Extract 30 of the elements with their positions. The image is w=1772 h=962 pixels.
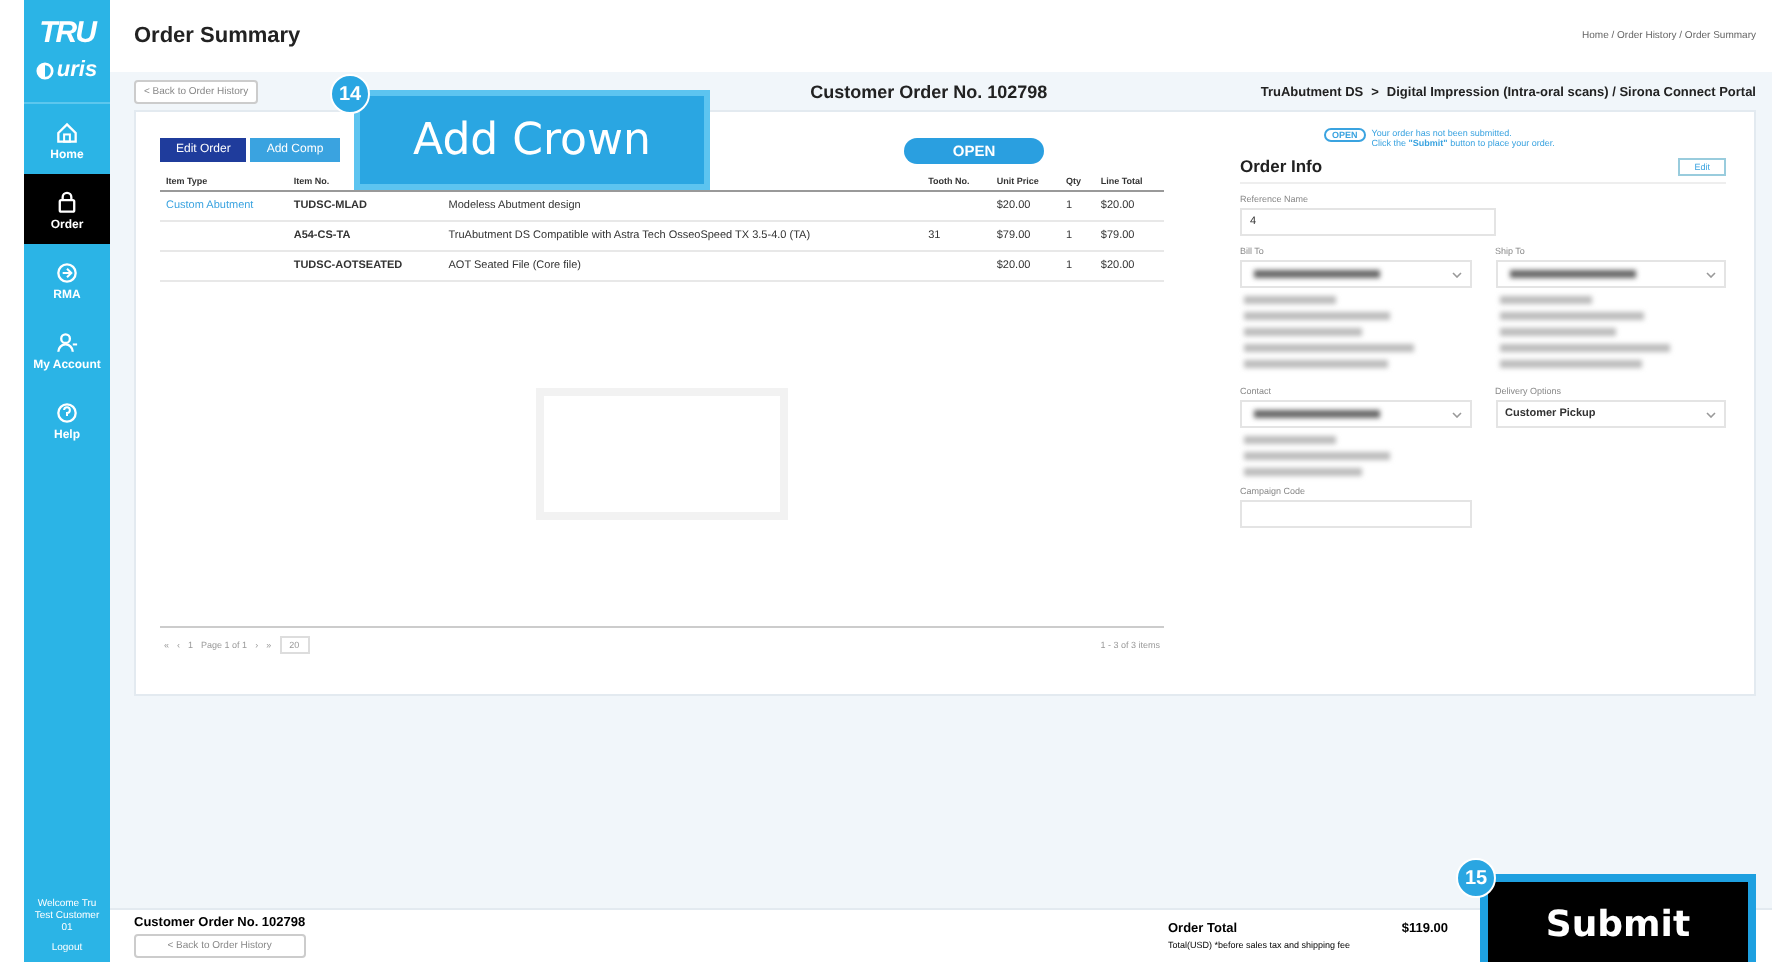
blurred-text bbox=[1499, 360, 1643, 368]
order-number: Customer Order No. 102798 bbox=[810, 82, 1048, 102]
person-icon bbox=[54, 330, 80, 356]
blurred-text bbox=[1509, 270, 1636, 278]
arrow-circle-icon bbox=[54, 260, 80, 286]
blurred-text bbox=[1244, 296, 1337, 304]
chevron-icon bbox=[1451, 411, 1461, 417]
blurred-text bbox=[1244, 360, 1388, 368]
blurred-text bbox=[1499, 296, 1592, 304]
select-field[interactable] bbox=[1495, 260, 1726, 288]
question-icon bbox=[54, 400, 80, 426]
half-circle-icon bbox=[36, 61, 55, 79]
lock-icon bbox=[54, 190, 80, 216]
chevron-icon bbox=[1451, 271, 1461, 277]
input-field[interactable] bbox=[1240, 500, 1471, 528]
blurred-text bbox=[1499, 328, 1617, 336]
brand-name: uris bbox=[56, 58, 98, 82]
blurred-text bbox=[1254, 410, 1381, 418]
blurred-text bbox=[1244, 328, 1362, 336]
section-title: Order Info bbox=[1240, 156, 1323, 176]
blurred-text bbox=[1254, 270, 1381, 278]
logo: TRU bbox=[37, 16, 99, 50]
page-title: Order Summary bbox=[134, 24, 301, 48]
house-icon bbox=[54, 120, 80, 146]
chevron-icon bbox=[1706, 271, 1716, 277]
select-field[interactable] bbox=[1240, 260, 1471, 288]
chevron-icon bbox=[1706, 411, 1716, 417]
blurred-text bbox=[1244, 436, 1337, 444]
blurred-text bbox=[1244, 468, 1362, 476]
select-field[interactable] bbox=[1240, 400, 1471, 428]
